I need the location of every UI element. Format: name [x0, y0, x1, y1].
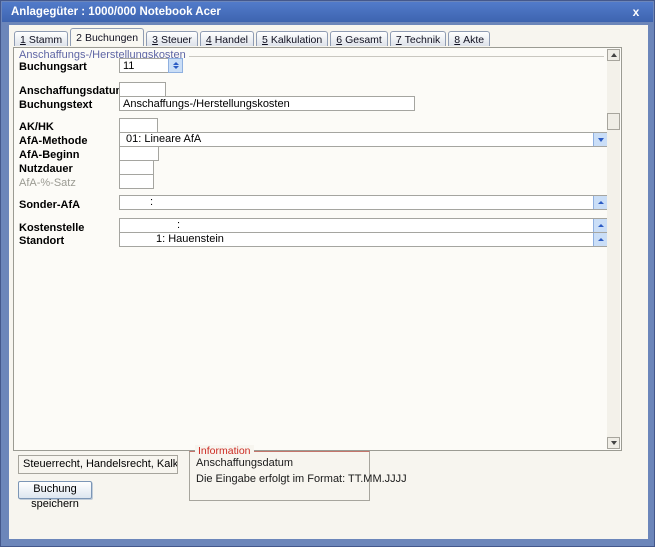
scroll-up-icon: [610, 53, 617, 57]
kostenstelle-label: Kostenstelle: [19, 222, 85, 234]
akhk-input[interactable]: [119, 118, 158, 133]
information-groupbox: Information Anschaffungsdatum Die Eingab…: [189, 445, 407, 501]
standort-combo[interactable]: 1: Hauenstein: [119, 232, 608, 247]
akhk-label: AK/HK: [19, 121, 54, 133]
vertical-scrollbar[interactable]: [607, 49, 620, 449]
spinner-up-icon: [597, 200, 604, 204]
afa-beginn-input[interactable]: [119, 146, 159, 161]
app-window: Anlagegüter : 1000/000 Notebook Acer x 1…: [0, 0, 655, 547]
afa-beginn-label: AfA-Beginn: [19, 149, 80, 161]
group-header-line: [188, 55, 604, 57]
scroll-down-button[interactable]: [607, 437, 620, 449]
standort-value: 1: Hauenstein: [156, 233, 224, 245]
nutzdauer-label: Nutzdauer: [19, 163, 73, 175]
tab-steuer[interactable]: 3 Steuer: [146, 31, 198, 46]
sonder-afa-spinner[interactable]: [593, 196, 607, 209]
afa-methode-dropdown-button[interactable]: [593, 133, 607, 146]
anschaffungsdatum-input[interactable]: [119, 82, 166, 97]
tab-akte[interactable]: 8 Akte: [448, 31, 491, 46]
group-header: Anschaffungs-/Herstellungskosten: [19, 49, 604, 61]
sonder-afa-combo[interactable]: :: [119, 195, 608, 210]
buchungstext-input[interactable]: [119, 96, 415, 111]
information-title: Information: [195, 445, 254, 457]
kostenstelle-spinner[interactable]: [593, 219, 607, 232]
form-panel: Anschaffungs-/Herstellungskosten Buchung…: [13, 47, 622, 451]
save-booking-button[interactable]: Buchung speichern: [18, 481, 92, 510]
afa-methode-dropdown[interactable]: 01: Lineare AfA: [119, 132, 608, 147]
scroll-down-icon: [610, 441, 617, 445]
dropdown-arrow-icon: [597, 137, 604, 142]
afa-satz-input[interactable]: [119, 174, 154, 189]
window-title: Anlagegüter : 1000/000 Notebook Acer: [11, 6, 221, 18]
information-line-1: Anschaffungsdatum: [196, 457, 294, 469]
client-area: 1 Stamm 2 Buchungen 3 Steuer 4 Handel 5 Kalku…: [9, 25, 648, 539]
buchungsart-field: [119, 58, 183, 73]
buchungsart-input[interactable]: [119, 58, 168, 73]
sonder-afa-value: :: [150, 196, 154, 208]
tab-technik[interactable]: 7 Technik: [389, 31, 447, 46]
afa-methode-value: 01: Lineare AfA: [126, 133, 202, 145]
afa-methode-label: AfA-Methode: [19, 135, 88, 147]
close-button[interactable]: x: [629, 2, 643, 22]
tab-handel[interactable]: 4 Handel: [199, 31, 254, 46]
kostenstelle-combo[interactable]: :: [119, 218, 608, 233]
buchungstext-label: Buchungstext: [19, 99, 93, 111]
anschaffungsdatum-label: Anschaffungsdatum: [19, 85, 126, 97]
scrollbar-thumb[interactable]: [607, 113, 620, 130]
kostenstelle-value: :: [177, 219, 181, 231]
title-bar: Anlagegüter : 1000/000 Notebook Acer x: [2, 2, 653, 22]
standort-spinner[interactable]: [593, 233, 607, 246]
standort-label: Standort: [19, 235, 65, 247]
buchungsart-label: Buchungsart: [19, 61, 87, 73]
tab-stamm[interactable]: 1 Stamm: [14, 31, 69, 46]
tab-gesamt[interactable]: 6 Gesamt: [330, 31, 388, 46]
spinner-up-icon: [597, 223, 604, 227]
spinner-down-icon: [172, 66, 179, 69]
tab-bar: 1 Stamm 2 Buchungen 3 Steuer 4 Handel 5 Kalku…: [14, 28, 492, 46]
afa-satz-label: AfA-%-Satz: [19, 177, 76, 189]
nutzdauer-input[interactable]: [119, 160, 154, 175]
information-line-2: Die Eingabe erfolgt im Format: TT.MM.JJJ…: [196, 473, 407, 485]
spinner-up-icon: [172, 62, 179, 65]
tab-buchungen[interactable]: 2 Buchungen: [70, 28, 145, 46]
sonder-afa-label: Sonder-AfA: [19, 199, 81, 211]
close-icon: x: [632, 5, 640, 19]
summary-box: Steuerrecht, Handelsrecht, Kalkulation: [18, 455, 178, 474]
spinner-up-icon: [597, 237, 604, 241]
tab-kalkulation[interactable]: 5 Kalkulation: [256, 31, 329, 46]
buchungsart-spinner[interactable]: [168, 58, 183, 73]
scroll-up-button[interactable]: [607, 49, 620, 61]
